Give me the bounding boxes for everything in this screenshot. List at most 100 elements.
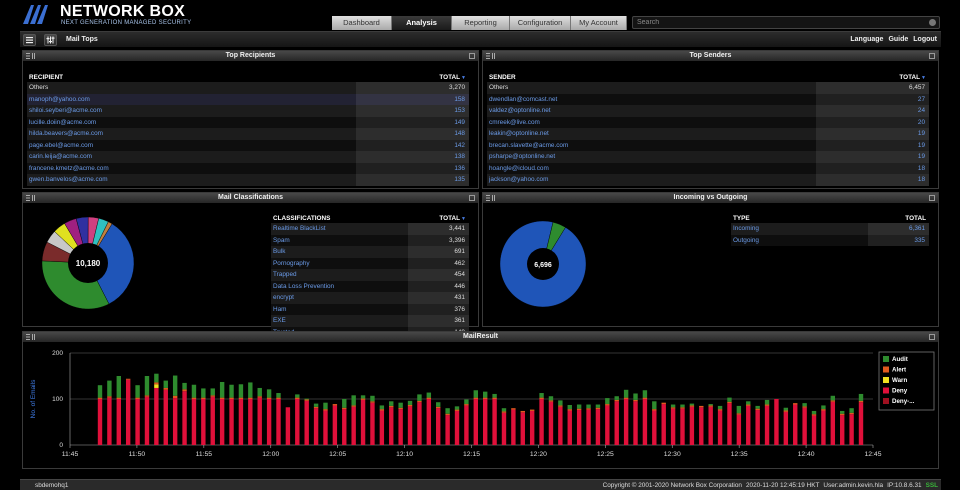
bar-segment-alert[interactable] <box>642 397 648 399</box>
bar-segment-deny[interactable] <box>398 409 403 445</box>
table-row[interactable]: page.ebel@acme.com 142 <box>27 139 469 152</box>
bar-segment-audit[interactable] <box>576 404 582 409</box>
bar-segment-audit[interactable] <box>454 406 460 410</box>
sender-column-header[interactable]: SENDER <box>487 73 816 82</box>
filter-settings-button[interactable] <box>44 34 57 46</box>
row-name[interactable]: gwen.banvelos@acme.com <box>27 174 356 186</box>
bar-segment-audit[interactable] <box>670 404 676 408</box>
table-row[interactable]: psharpe@optonline.net 19 <box>487 151 929 163</box>
bar-segment-deny[interactable] <box>219 399 225 445</box>
bar-segment-deny[interactable] <box>511 409 516 445</box>
table-row[interactable]: brecan.slavette@acme.com 19 <box>487 139 929 152</box>
bar-segment-audit[interactable] <box>464 399 469 405</box>
bar-segment-audit[interactable] <box>97 385 103 398</box>
bar-segment-audit[interactable] <box>840 410 845 414</box>
bar-segment-deny[interactable] <box>172 398 178 445</box>
table-row[interactable]: gwen.banvelos@acme.com 135 <box>27 174 469 186</box>
bar-segment-alert[interactable] <box>125 378 131 380</box>
bar-segment-alert[interactable] <box>248 397 253 399</box>
bar-segment-audit[interactable] <box>417 394 422 401</box>
bar-segment-deny[interactable] <box>802 407 807 445</box>
type-column-header[interactable]: TYPE <box>731 214 868 223</box>
bar-segment-deny[interactable] <box>482 399 488 445</box>
bar-segment-deny[interactable] <box>454 410 460 445</box>
bar-segment-deny[interactable] <box>313 408 319 445</box>
row-name[interactable]: Trapped <box>271 269 408 281</box>
bar-segment-deny[interactable] <box>793 404 798 445</box>
bar-segment-deny[interactable] <box>586 409 591 445</box>
legend-label[interactable]: Alert <box>892 367 906 374</box>
maximize-icon[interactable] <box>469 195 475 201</box>
bar-segment-alert[interactable] <box>492 397 497 399</box>
bar-segment-deny[interactable] <box>191 399 197 445</box>
bar-segment-deny[interactable] <box>436 408 441 445</box>
bar-segment-audit[interactable] <box>389 401 394 406</box>
row-name[interactable]: psharpe@optonline.net <box>487 151 816 163</box>
bar-segment-audit[interactable] <box>746 401 751 405</box>
maximize-icon[interactable] <box>929 334 935 340</box>
bar-segment-deny[interactable] <box>849 414 854 445</box>
bar-segment-deny[interactable] <box>764 405 770 445</box>
row-name[interactable]: cmreek@live.com <box>487 117 816 129</box>
bar-segment-alert[interactable] <box>652 409 657 411</box>
bar-segment-audit[interactable] <box>351 395 356 406</box>
bar-segment-deny[interactable] <box>97 399 103 445</box>
bar-segment-alert[interactable] <box>360 398 366 400</box>
recipient-column-header[interactable]: RECIPIENT <box>27 73 356 82</box>
table-row[interactable]: cmreek@live.com 20 <box>487 116 929 129</box>
bar-segment-deny[interactable] <box>473 399 479 445</box>
bar-segment-deny[interactable] <box>135 399 140 445</box>
bar-segment-alert[interactable] <box>398 407 403 410</box>
bar-segment-alert[interactable] <box>229 397 234 399</box>
row-name[interactable]: lucille.doiin@acme.com <box>27 117 356 129</box>
bar-segment-alert[interactable] <box>342 407 347 410</box>
bar-segment-alert[interactable] <box>426 397 432 399</box>
bar-segment-alert[interactable] <box>764 404 770 406</box>
bar-segment-alert[interactable] <box>276 397 281 399</box>
bar-segment-deny[interactable] <box>323 410 328 446</box>
bar-segment-deny[interactable] <box>539 399 544 445</box>
row-name[interactable]: manoph@yahoo.com <box>27 94 356 106</box>
bar-segment-audit[interactable] <box>680 404 685 408</box>
tab-configuration[interactable]: Configuration <box>510 16 571 30</box>
bar-segment-deny[interactable] <box>426 399 432 445</box>
row-name[interactable]: jackson@yahoo.com <box>487 174 816 186</box>
bar-segment-alert[interactable] <box>501 411 507 413</box>
bar-segment-deny[interactable] <box>238 399 244 445</box>
bar-segment-deny[interactable] <box>417 402 422 445</box>
bar-segment-deny[interactable] <box>304 400 309 445</box>
table-row[interactable]: Pornography 462 <box>271 257 469 269</box>
bar-segment-audit[interactable] <box>755 405 760 409</box>
bar-segment-alert[interactable] <box>464 404 469 406</box>
bar-segment-alert[interactable] <box>840 413 845 416</box>
row-name[interactable]: valdez@optonline.net <box>487 105 816 117</box>
bar-segment-alert[interactable] <box>191 397 197 399</box>
legend-label[interactable]: Deny <box>892 388 908 395</box>
legend-label[interactable]: Audit <box>892 356 908 363</box>
guide-link[interactable]: Guide <box>888 36 908 43</box>
bar-segment-deny[interactable] <box>708 406 713 445</box>
bar-segment-audit[interactable] <box>295 394 300 398</box>
bar-segment-audit[interactable] <box>633 393 638 400</box>
table-row[interactable]: Spam 3,396 <box>271 234 469 246</box>
bar-segment-alert[interactable] <box>154 382 159 385</box>
bar-segment-audit[interactable] <box>717 405 723 410</box>
table-row[interactable]: Bulk 691 <box>271 246 469 258</box>
bar-segment-alert[interactable] <box>445 413 450 416</box>
table-row[interactable]: shiloi.seyberi@acme.com 153 <box>27 105 469 117</box>
bar-segment-audit[interactable] <box>689 403 695 406</box>
bar-segment-audit[interactable] <box>614 396 619 400</box>
bar-segment-alert[interactable] <box>454 409 460 411</box>
bar-segment-audit[interactable] <box>304 398 309 400</box>
bar-segment-alert[interactable] <box>849 412 854 415</box>
row-name[interactable]: brecan.slavette@acme.com <box>487 140 816 152</box>
bar-segment-audit[interactable] <box>219 381 225 398</box>
bar-segment-audit[interactable] <box>135 385 140 398</box>
row-name[interactable]: page.ebel@acme.com <box>27 140 356 152</box>
bar-segment-deny[interactable] <box>360 399 366 445</box>
bar-segment-alert[interactable] <box>389 405 394 408</box>
bar-segment-alert[interactable] <box>417 400 422 403</box>
row-name[interactable]: carin.leija@acme.com <box>27 151 356 163</box>
bar-segment-alert[interactable] <box>755 408 760 411</box>
bar-segment-audit[interactable] <box>266 389 272 398</box>
